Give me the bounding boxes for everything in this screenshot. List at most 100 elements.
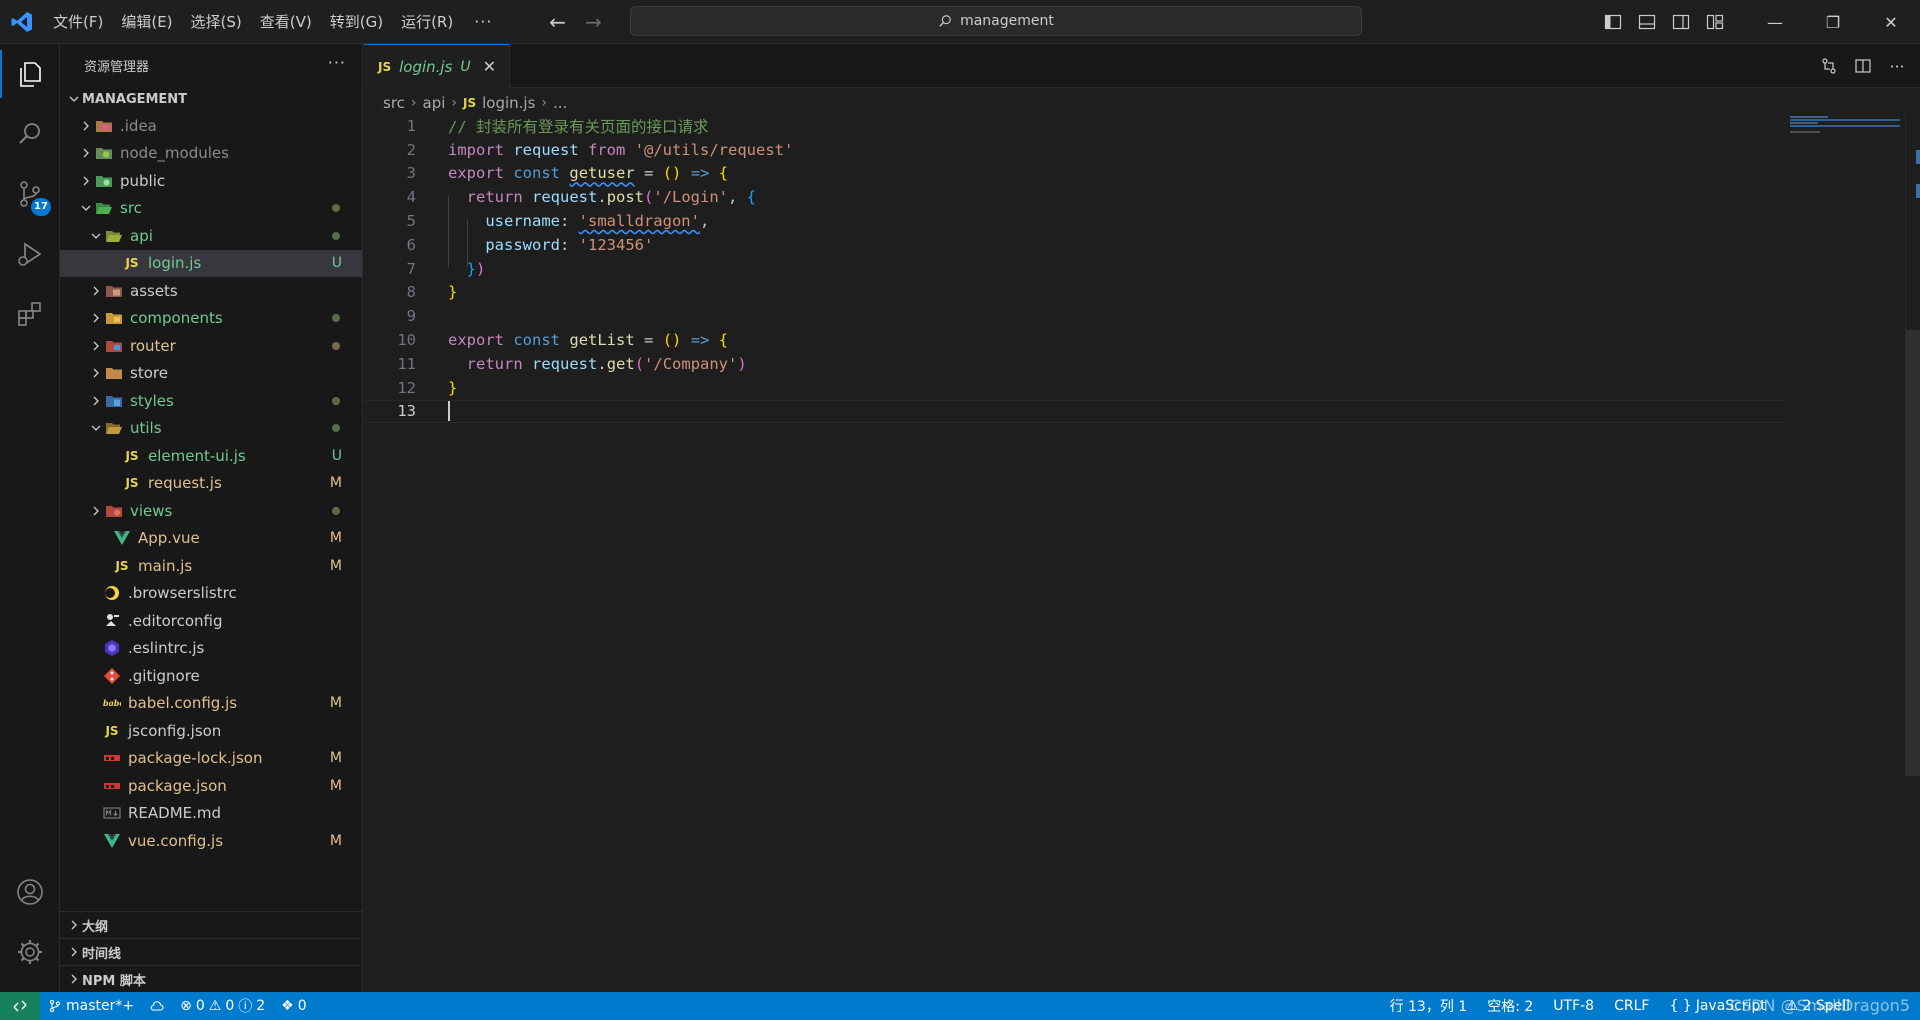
tree-item-label: vue.config.js: [128, 831, 224, 850]
close-tab-icon[interactable]: ✕: [483, 57, 496, 76]
run-debug-icon[interactable]: [0, 224, 60, 284]
cursor-position-status[interactable]: 行 13，列 1: [1380, 992, 1478, 1020]
tree-file-eslintrc-js[interactable]: .eslintrc.js: [60, 635, 362, 663]
close-window-icon[interactable]: ✕: [1862, 0, 1920, 44]
tree-file-app-vue[interactable]: App.vue M: [60, 525, 362, 553]
remote-indicator-icon[interactable]: [0, 992, 40, 1020]
ports-status[interactable]: ❖ 0: [273, 992, 314, 1020]
activity-bar: 17: [0, 44, 60, 992]
tree-file-jsconfig-json[interactable]: JS jsconfig.json: [60, 717, 362, 745]
accounts-icon[interactable]: [0, 862, 60, 922]
toggle-secondary-sidebar-icon[interactable]: [1664, 0, 1698, 44]
identifier: getList: [569, 331, 635, 350]
minimap[interactable]: [1790, 114, 1902, 154]
split-editor-icon[interactable]: [1846, 44, 1880, 88]
git-status-badge: M: [329, 695, 342, 712]
tree-file-package-lock-json[interactable]: package-lock.json M: [60, 745, 362, 773]
toggle-panel-icon[interactable]: [1630, 0, 1664, 44]
chevron-down-icon: [66, 91, 82, 107]
tab-login-js[interactable]: JS login.js U ✕: [364, 44, 510, 88]
encoding-status[interactable]: UTF-8: [1543, 992, 1604, 1020]
restore-icon[interactable]: ❐: [1804, 0, 1862, 44]
command-center-search[interactable]: management: [630, 6, 1362, 36]
vertical-scrollbar[interactable]: [1905, 114, 1920, 776]
line-number: 4: [406, 188, 416, 207]
extensions-icon[interactable]: [0, 284, 60, 344]
explorer-icon[interactable]: [0, 44, 60, 104]
source-control-icon[interactable]: 17: [0, 164, 60, 224]
breadcrumb-src[interactable]: src: [383, 94, 405, 112]
tree-folder-router[interactable]: router: [60, 332, 362, 360]
npm-scripts-section-header[interactable]: NPM 脚本: [60, 965, 362, 992]
tree-file-request-js[interactable]: JS request.js M: [60, 470, 362, 498]
tree-folder-components[interactable]: components: [60, 305, 362, 333]
tree-folder-store[interactable]: store: [60, 360, 362, 388]
tree-file-babel-config-js[interactable]: babel babel.config.js M: [60, 690, 362, 718]
outline-section-header[interactable]: 大纲: [60, 911, 362, 938]
tree-file-login-js[interactable]: JS login.js U: [60, 249, 362, 277]
tree-folder-api[interactable]: api: [60, 222, 362, 250]
tree-folder-public[interactable]: public: [60, 167, 362, 195]
chevron-right-icon: [88, 503, 104, 519]
breadcrumb-api[interactable]: api: [423, 94, 446, 112]
scrollbar-thumb[interactable]: [1906, 330, 1920, 776]
breadcrumb-symbol[interactable]: ...: [553, 94, 567, 112]
open-changes-icon[interactable]: [1812, 44, 1846, 88]
tree-file-main-js[interactable]: JS main.js M: [60, 552, 362, 580]
tree-folder-idea[interactable]: .idea: [60, 112, 362, 140]
search-icon[interactable]: [0, 104, 60, 164]
customize-layout-icon[interactable]: [1698, 0, 1732, 44]
menu-more-button[interactable]: ···: [462, 12, 504, 31]
workspace-root[interactable]: MANAGEMENT: [60, 86, 362, 112]
tree-file-browserslistrc[interactable]: .browserslistrc: [60, 580, 362, 608]
keyword: import: [448, 140, 504, 159]
tree-folder-views[interactable]: views: [60, 497, 362, 525]
menu-file[interactable]: 文件(F): [44, 0, 112, 44]
error-count: 0: [195, 998, 205, 1014]
line-number: 12: [397, 378, 416, 397]
tree-file-vue-config-js[interactable]: vue.config.js M: [60, 827, 362, 855]
tree-file-editorconfig[interactable]: .editorconfig: [60, 607, 362, 635]
javascript-file-icon: JS: [115, 558, 129, 573]
keyword: from: [588, 140, 626, 159]
tree-folder-utils[interactable]: utils: [60, 415, 362, 443]
line-number: 1: [406, 116, 416, 135]
git-branch-status[interactable]: master*+: [40, 992, 142, 1020]
menu-go[interactable]: 转到(G): [321, 0, 392, 44]
problems-status[interactable]: ⊗ 0 ⚠ 0 ⓘ 2: [172, 992, 273, 1020]
code-editor[interactable]: 1 // 封装所有登录有关页面的接口请求 2 import request fr…: [364, 114, 1904, 994]
breadcrumb-separator-icon: ›: [541, 95, 548, 111]
menu-run[interactable]: 运行(R): [392, 0, 462, 44]
timeline-section-header[interactable]: 时间线: [60, 938, 362, 965]
tree-file-package-json[interactable]: package.json M: [60, 772, 362, 800]
tree-file-element-ui-js[interactable]: JS element-ui.js U: [60, 442, 362, 470]
tree-folder-assets[interactable]: assets: [60, 277, 362, 305]
menu-edit[interactable]: 编辑(E): [112, 0, 181, 44]
line-number: 10: [397, 331, 416, 350]
chevron-right-icon: [66, 944, 82, 960]
minimize-icon[interactable]: —: [1746, 0, 1804, 44]
keyword: export: [448, 331, 504, 350]
explorer-more-button[interactable]: ···: [328, 44, 346, 86]
sync-status[interactable]: [142, 992, 172, 1020]
tree-folder-node-modules[interactable]: node_modules: [60, 140, 362, 168]
git-branch-icon: [49, 999, 61, 1013]
menu-selection[interactable]: 选择(S): [182, 0, 251, 44]
editor-more-icon[interactable]: ···: [1880, 44, 1914, 88]
editor-actions: ···: [1812, 44, 1920, 88]
chevron-right-icon: [78, 118, 94, 134]
tree-file-gitignore[interactable]: .gitignore: [60, 662, 362, 690]
line-number: 11: [397, 354, 416, 373]
menu-view[interactable]: 查看(V): [251, 0, 321, 44]
eol-status[interactable]: CRLF: [1604, 992, 1659, 1020]
tree-folder-styles[interactable]: styles: [60, 387, 362, 415]
tree-file-readme-md[interactable]: README.md: [60, 800, 362, 828]
tree-folder-src[interactable]: src: [60, 195, 362, 223]
manage-gear-icon[interactable]: [0, 922, 60, 982]
toggle-primary-sidebar-icon[interactable]: [1596, 0, 1630, 44]
indentation-status[interactable]: 空格: 2: [1477, 992, 1543, 1020]
npm-file-icon: [102, 776, 122, 796]
breadcrumb-file[interactable]: login.js: [482, 94, 535, 112]
back-arrow-icon[interactable]: ←: [548, 10, 566, 34]
forward-arrow-icon[interactable]: →: [584, 10, 602, 34]
